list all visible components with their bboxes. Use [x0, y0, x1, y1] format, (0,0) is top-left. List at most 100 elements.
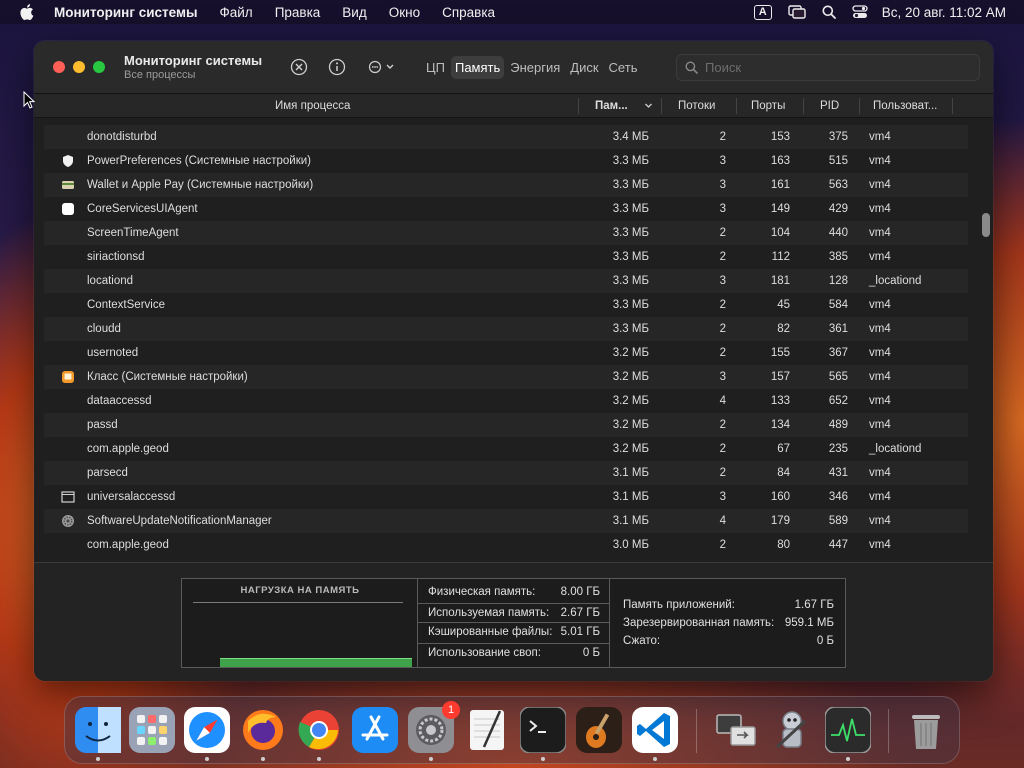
- table-row[interactable]: cloudd 3.3 МБ 2 82 361 vm4: [44, 317, 968, 341]
- process-user: vm4: [869, 395, 891, 407]
- table-row[interactable]: ContextService 3.3 МБ 2 45 584 vm4: [44, 293, 968, 317]
- column-divider[interactable]: [803, 98, 804, 114]
- column-divider[interactable]: [661, 98, 662, 114]
- column-divider[interactable]: [736, 98, 737, 114]
- search-input[interactable]: [705, 60, 965, 75]
- chrome-icon[interactable]: [296, 707, 342, 753]
- search-field[interactable]: [676, 54, 980, 81]
- spotlight-search-icon[interactable]: [822, 5, 836, 19]
- inspect-process-button[interactable]: [328, 58, 346, 76]
- column-header-pid[interactable]: PID: [820, 94, 839, 118]
- activity-monitor-window: Мониторинг системы Все процессы ЦП Памят…: [34, 41, 993, 681]
- migration-assistant-icon[interactable]: [713, 707, 759, 753]
- menu-help[interactable]: Справка: [442, 5, 495, 20]
- terminal-icon[interactable]: [519, 706, 567, 754]
- automator-icon[interactable]: [769, 707, 815, 753]
- garageband-icon[interactable]: [576, 707, 622, 753]
- process-pid: 385: [828, 251, 848, 263]
- process-threads: 2: [719, 467, 726, 479]
- input-source-icon[interactable]: A: [753, 4, 772, 20]
- process-user: vm4: [869, 467, 891, 479]
- column-header-threads[interactable]: Потоки: [678, 94, 715, 118]
- sort-chevron-icon[interactable]: [644, 94, 653, 118]
- textedit-icon[interactable]: [464, 707, 510, 753]
- table-row[interactable]: com.apple.geod 3.0 МБ 2 80 447 vm4: [44, 533, 968, 557]
- column-divider[interactable]: [952, 98, 953, 114]
- tab-network[interactable]: Сеть: [605, 56, 642, 79]
- process-memory: 3.2 МБ: [612, 371, 649, 383]
- close-window-button[interactable]: [53, 61, 65, 73]
- column-header-user[interactable]: Пользоват...: [873, 94, 937, 118]
- table-row[interactable]: passd 3.2 МБ 2 134 489 vm4: [44, 413, 968, 437]
- table-row[interactable]: locationd 3.3 МБ 3 181 128 _locationd: [44, 269, 968, 293]
- app-store-icon[interactable]: [352, 707, 398, 753]
- stop-process-button[interactable]: [290, 58, 308, 76]
- screen-mirroring-icon[interactable]: [788, 5, 806, 19]
- tab-disk[interactable]: Диск: [566, 56, 602, 79]
- process-table[interactable]: donotdisturbd 3.4 МБ 2 153 375 vm4 PowerPrefer…: [34, 118, 993, 562]
- process-name: locationd: [87, 275, 134, 287]
- stat-used-memory: Используемая память: 2.67 ГБ: [418, 603, 610, 623]
- menu-file[interactable]: Файл: [219, 5, 252, 20]
- apple-logo-icon[interactable]: [18, 3, 36, 21]
- safari-icon[interactable]: [184, 707, 230, 753]
- control-center-icon[interactable]: [852, 5, 868, 19]
- window-subtitle[interactable]: Все процессы: [124, 69, 262, 81]
- stat-label: Использование своп:: [428, 647, 541, 659]
- menu-app-name[interactable]: Мониторинг системы: [54, 5, 197, 20]
- vscode-icon[interactable]: [632, 707, 678, 753]
- process-ports: 134: [770, 419, 790, 431]
- menu-edit[interactable]: Правка: [275, 5, 321, 20]
- table-row[interactable]: Класс (Системные настройки) 3.2 МБ 3 157 565…: [44, 365, 968, 389]
- minimize-window-button[interactable]: [73, 61, 85, 73]
- process-ports: 179: [770, 515, 790, 527]
- tab-memory[interactable]: Память: [450, 55, 505, 79]
- column-divider[interactable]: [859, 98, 860, 114]
- memory-pressure-bar: [220, 658, 412, 667]
- tab-energy[interactable]: Энергия: [506, 56, 564, 79]
- process-pid: 515: [828, 155, 848, 167]
- process-threads: 2: [719, 131, 726, 143]
- table-row[interactable]: CoreServicesUIAgent 3.3 МБ 3 149 429 vm4: [44, 197, 968, 221]
- table-row[interactable]: Wallet и Apple Pay (Системные настройки)…: [44, 173, 968, 197]
- column-header-ports[interactable]: Порты: [751, 94, 785, 118]
- table-row[interactable]: SoftwareUpdateNotificationManager 3.1 МБ 4…: [44, 509, 968, 533]
- tab-cpu[interactable]: ЦП: [422, 56, 449, 79]
- menu-view[interactable]: Вид: [342, 5, 366, 20]
- stat-label: Используемая память:: [428, 607, 550, 619]
- process-ports: 163: [770, 155, 790, 167]
- column-header-memory[interactable]: Пам...: [595, 94, 628, 118]
- process-pid: 447: [828, 539, 848, 551]
- table-row[interactable]: siriactionsd 3.3 МБ 2 112 385 vm4: [44, 245, 968, 269]
- process-name: Wallet и Apple Pay (Системные настройки): [87, 179, 314, 191]
- stat-value: 959.1 МБ: [784, 617, 834, 629]
- firefox-icon[interactable]: [240, 707, 286, 753]
- table-row[interactable]: usernoted 3.2 МБ 2 155 367 vm4: [44, 341, 968, 365]
- activity-monitor-icon[interactable]: [824, 706, 872, 754]
- vertical-scrollbar[interactable]: [982, 213, 990, 237]
- table-row[interactable]: donotdisturbd 3.4 МБ 2 153 375 vm4: [44, 125, 968, 149]
- stop-process-icon: [290, 58, 308, 76]
- column-divider[interactable]: [578, 98, 579, 114]
- launchpad-icon[interactable]: [129, 707, 175, 753]
- table-row[interactable]: parsecd 3.1 МБ 2 84 431 vm4: [44, 461, 968, 485]
- system-settings-icon[interactable]: 1: [408, 701, 460, 753]
- table-row[interactable]: universalaccessd 3.1 МБ 3 160 346 vm4: [44, 485, 968, 509]
- table-row[interactable]: PowerPreferences (Системные настройки) 3.…: [44, 149, 968, 173]
- zoom-window-button[interactable]: [93, 61, 105, 73]
- stat-label: Кэшированные файлы:: [428, 626, 553, 638]
- trash-icon[interactable]: [903, 707, 949, 753]
- menu-window[interactable]: Окно: [389, 5, 420, 20]
- more-actions-button[interactable]: [368, 58, 398, 76]
- process-ports: 84: [777, 467, 790, 479]
- process-threads: 2: [719, 251, 726, 263]
- column-header-name[interactable]: Имя процесса: [275, 94, 350, 118]
- memory-footer: НАГРУЗКА НА ПАМЯТЬ Физическая память: 8.…: [34, 562, 993, 681]
- table-row[interactable]: com.apple.geod 3.2 МБ 2 67 235 _locationd: [44, 437, 968, 461]
- table-row[interactable]: ScreenTimeAgent 3.3 МБ 2 104 440 vm4: [44, 221, 968, 245]
- table-row[interactable]: dataaccessd 3.2 МБ 4 133 652 vm4: [44, 389, 968, 413]
- process-user: vm4: [869, 155, 891, 167]
- menu-bar-clock[interactable]: Вс, 20 авг. 11:02 AM: [882, 5, 1006, 20]
- process-table-header: Имя процесса Пам... Потоки Порты PID Пол…: [34, 94, 993, 118]
- finder-icon[interactable]: [75, 707, 121, 753]
